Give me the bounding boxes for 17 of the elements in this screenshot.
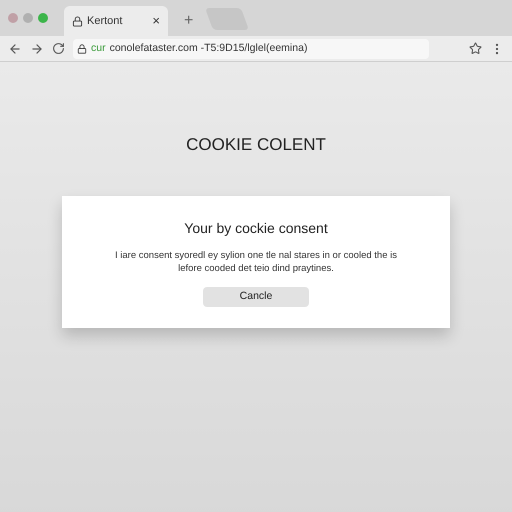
close-tab-button[interactable]: × xyxy=(152,11,160,31)
back-icon[interactable] xyxy=(8,42,22,56)
address-field[interactable]: cur conolefataster.com -T5:9D15/lglel(eemina) xyxy=(73,38,429,58)
forward-icon[interactable] xyxy=(30,42,44,56)
url-scheme: cur xyxy=(91,40,106,56)
page-heading: COOKIE COLENT xyxy=(186,134,326,156)
dialog-title: Your by cockie consent xyxy=(184,218,328,238)
lock-icon xyxy=(72,16,83,26)
cancel-button[interactable]: Cancle xyxy=(203,286,309,306)
lock-icon xyxy=(77,44,87,54)
tab-title: Kertont xyxy=(87,14,124,29)
dialog-message: I iare consent syoredl ey sylion one tle nal stares in or cooled the is lefore cooded det teio dind praytines. xyxy=(114,248,398,274)
new-tab-button[interactable]: + xyxy=(176,6,202,36)
reload-icon[interactable] xyxy=(52,42,65,55)
browser-tab[interactable]: Kertont × xyxy=(64,6,168,36)
bookmark-icon[interactable] xyxy=(469,42,482,55)
url-text: conolefataster.com -T5:9D15/lglel(eemina) xyxy=(110,40,308,56)
